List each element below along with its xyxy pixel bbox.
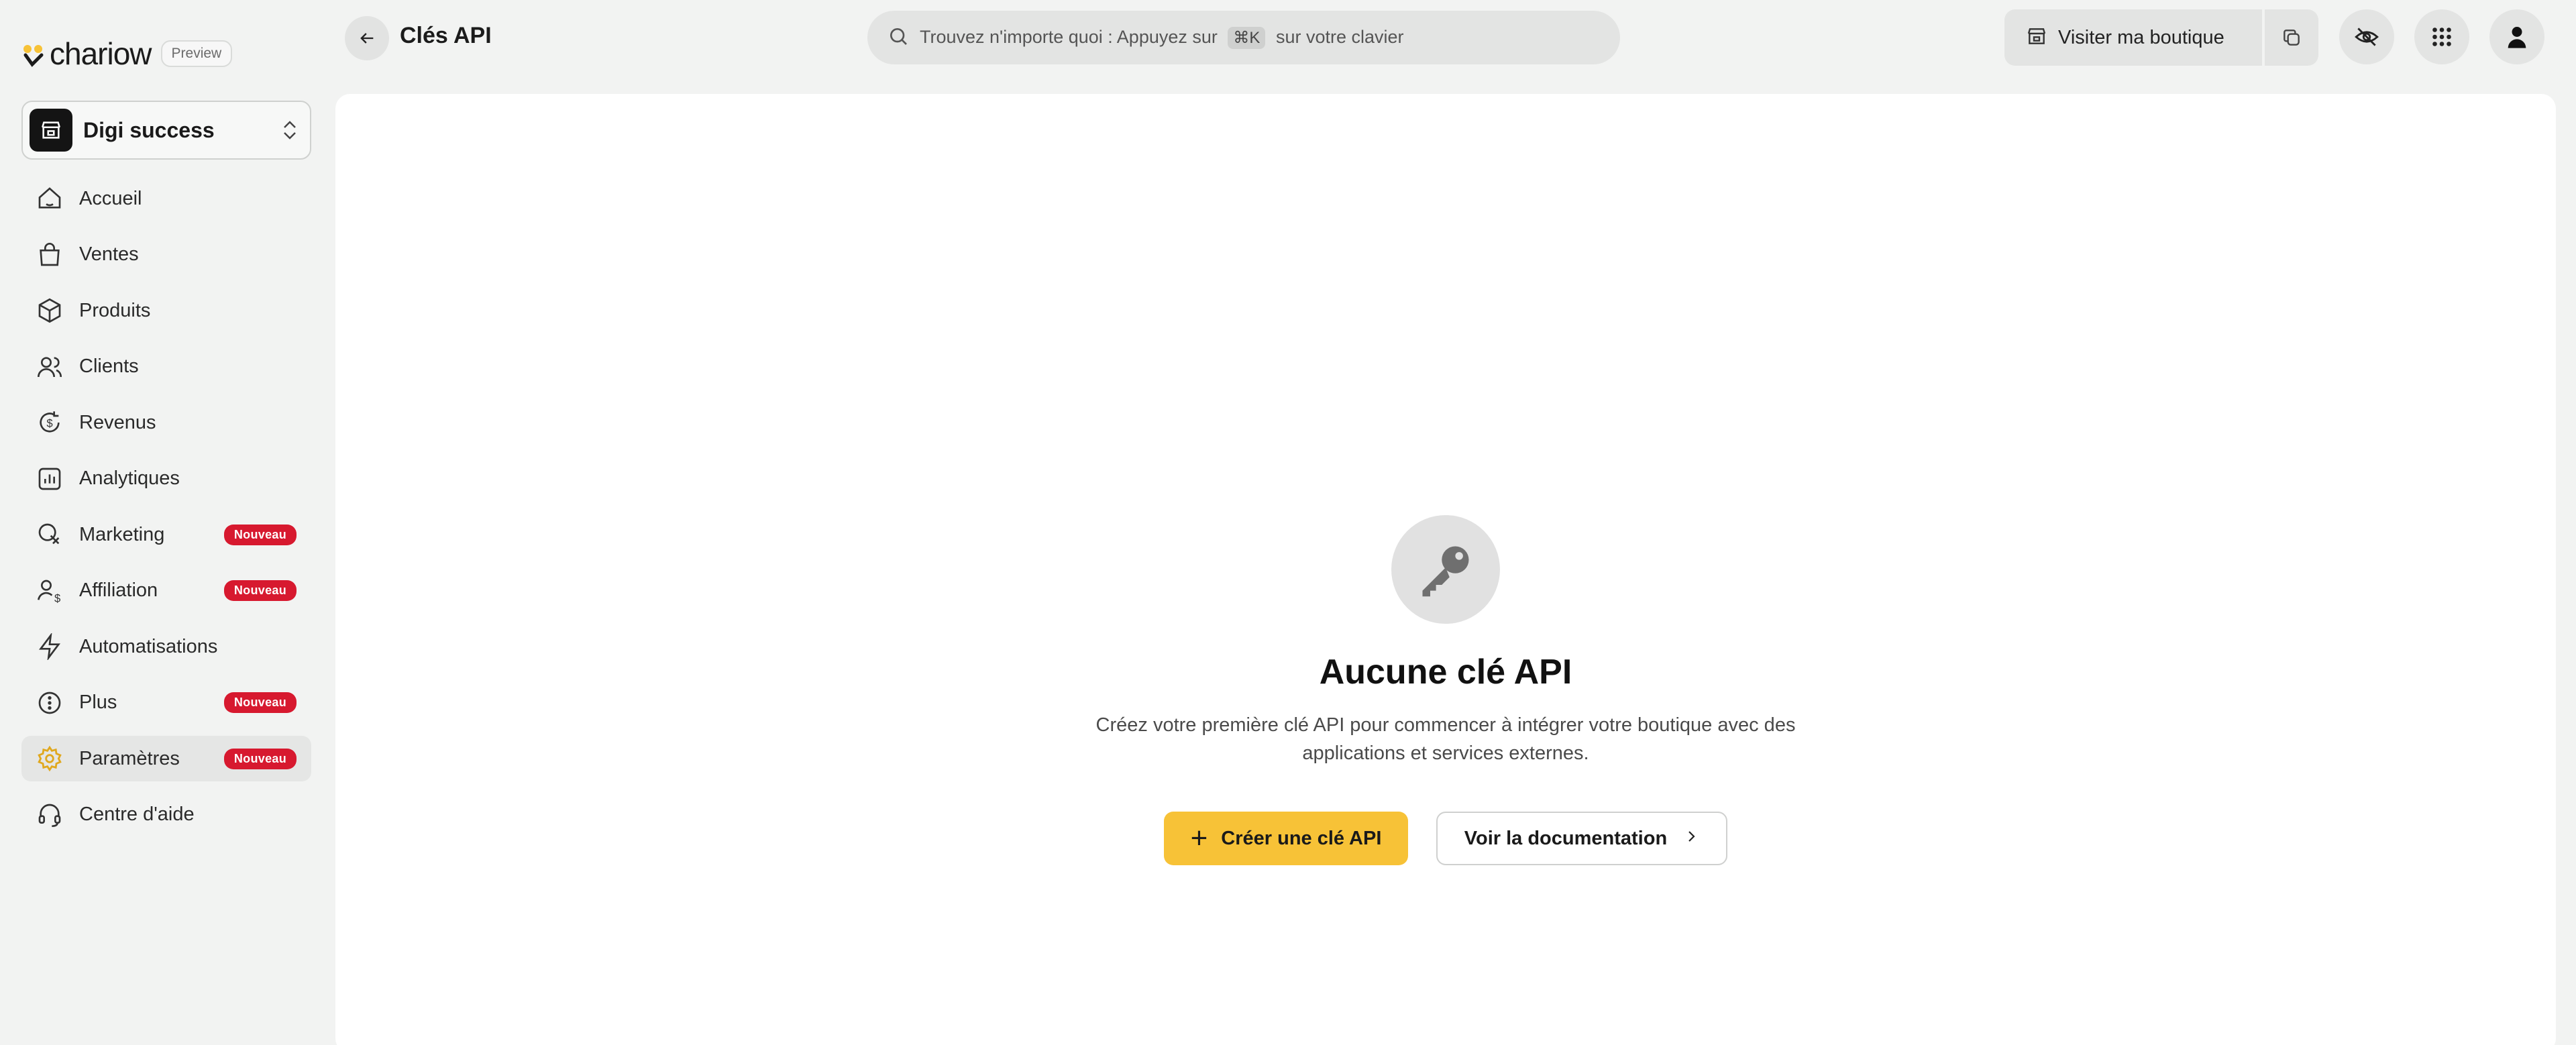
grid-icon (2432, 28, 2451, 46)
copy-icon (2284, 30, 2300, 46)
sidebar-item-marketing[interactable]: Marketing Nouveau (21, 512, 311, 557)
sidebar-item-label: Automatisations (79, 635, 218, 657)
sidebar-item-plus[interactable]: Plus Nouveau (21, 680, 311, 726)
plus-icon: + (1190, 822, 1208, 855)
user-avatar-button[interactable] (2489, 9, 2544, 64)
new-badge: Nouveau (223, 748, 297, 769)
main-panel: Aucune clé API Créez votre première clé … (335, 94, 2556, 1045)
view-documentation-button[interactable]: Voir la documentation (1436, 812, 1727, 865)
sidebar-item-label: Accueil (79, 187, 142, 209)
search-placeholder-after: sur votre clavier (1275, 26, 1404, 47)
copy-link-button[interactable] (2265, 9, 2318, 66)
sidebar-item-revenus[interactable]: $ Revenus (21, 400, 311, 445)
sidebar-item-centre-aide[interactable]: Centre d'aide (21, 792, 311, 838)
sidebar-item-label: Paramètres (79, 747, 180, 769)
sidebar-item-parametres[interactable]: Paramètres Nouveau (21, 736, 311, 781)
user-dollar-icon: $ (36, 578, 63, 604)
svg-text:$: $ (46, 417, 52, 430)
shopping-bag-icon (36, 241, 63, 268)
empty-state-title: Aucune clé API (1319, 653, 1572, 692)
app-root: chariow Preview Digi success Accueil Ven… (0, 0, 2576, 1045)
preview-badge: Preview (160, 40, 233, 67)
sidebar-item-clients[interactable]: Clients (21, 344, 311, 390)
view-documentation-label: Voir la documentation (1464, 827, 1668, 849)
sidebar-item-label: Ventes (79, 243, 139, 265)
search-placeholder-before: Trouvez n'importe quoi : Appuyez sur (920, 26, 1218, 47)
gear-icon (36, 745, 63, 772)
sidebar-item-automatisations[interactable]: Automatisations (21, 624, 311, 669)
create-api-key-label: Créer une clé API (1221, 827, 1382, 849)
new-badge: Nouveau (223, 692, 297, 713)
sidebar: chariow Preview Digi success Accueil Ven… (0, 0, 335, 1045)
sidebar-item-label: Clients (79, 355, 139, 377)
key-icon (1391, 515, 1500, 624)
sidebar-item-label: Revenus (79, 411, 156, 433)
new-badge: Nouveau (223, 524, 297, 545)
svg-text:$: $ (54, 592, 60, 604)
sidebar-item-label: Plus (79, 692, 117, 713)
search-icon (888, 25, 909, 50)
store-icon (2026, 25, 2047, 50)
sidebar-item-label: Produits (79, 299, 151, 321)
home-icon (36, 185, 63, 212)
sidebar-item-label: Affiliation (79, 580, 158, 601)
apps-grid-button[interactable] (2414, 9, 2469, 64)
hide-visibility-button[interactable] (2339, 9, 2394, 64)
chariow-logo-icon (21, 40, 46, 67)
sidebar-item-produits[interactable]: Produits (21, 288, 311, 333)
store-icon (30, 109, 72, 152)
sidebar-item-label: Marketing (79, 523, 165, 545)
user-icon (2508, 27, 2526, 48)
lightning-icon (36, 633, 63, 660)
megaphone-icon (36, 521, 63, 548)
shortcut-key: ⌘K (1228, 26, 1266, 49)
headset-icon (36, 802, 63, 828)
sidebar-nav: Accueil Ventes Produits Clients $ Revenu… (21, 176, 311, 848)
sidebar-item-affiliation[interactable]: $ Affiliation Nouveau (21, 568, 311, 614)
sidebar-item-label: Centre d'aide (79, 804, 195, 825)
empty-state-description: Créez votre première clé API pour commen… (1070, 711, 1821, 767)
empty-state-description-line2: applications et services externes. (1302, 742, 1589, 764)
sidebar-item-ventes[interactable]: Ventes (21, 232, 311, 278)
workspace-switcher[interactable]: Digi success (21, 101, 311, 160)
empty-state-actions: + Créer une clé API Voir la documentatio… (1164, 812, 1727, 865)
search-bar[interactable]: Trouvez n'importe quoi : Appuyez sur ⌘K … (867, 11, 1620, 64)
sidebar-item-accueil[interactable]: Accueil (21, 176, 311, 221)
brand-logo[interactable]: chariow Preview (21, 35, 233, 72)
empty-state-description-line1: Créez votre première clé API pour commen… (1095, 714, 1796, 736)
search-placeholder: Trouvez n'importe quoi : Appuyez sur ⌘K … (920, 26, 1404, 49)
visit-store-label: Visiter ma boutique (2058, 26, 2224, 48)
brand-name: chariow (50, 36, 152, 71)
new-badge: Nouveau (223, 580, 297, 601)
visit-store-button[interactable]: Visiter ma boutique (2004, 9, 2262, 66)
more-circle-icon (36, 690, 63, 716)
empty-state: Aucune clé API Créez votre première clé … (335, 515, 2556, 865)
chevron-right-icon (1683, 828, 1699, 850)
sidebar-item-label: Analytiques (79, 468, 180, 489)
sidebar-item-analytiques[interactable]: Analytiques (21, 456, 311, 502)
box-icon (36, 297, 63, 324)
users-icon (36, 353, 63, 380)
chevron-up-down-icon[interactable] (276, 113, 303, 148)
bar-chart-icon (36, 465, 63, 492)
eye-off-icon (2355, 28, 2379, 46)
arrow-left-icon (360, 33, 374, 44)
create-api-key-button[interactable]: + Créer une clé API (1164, 812, 1408, 865)
back-button[interactable] (345, 16, 389, 60)
page-title: Clés API (400, 23, 492, 48)
dollar-refresh-icon: $ (36, 409, 63, 436)
workspace-name: Digi success (83, 117, 215, 142)
